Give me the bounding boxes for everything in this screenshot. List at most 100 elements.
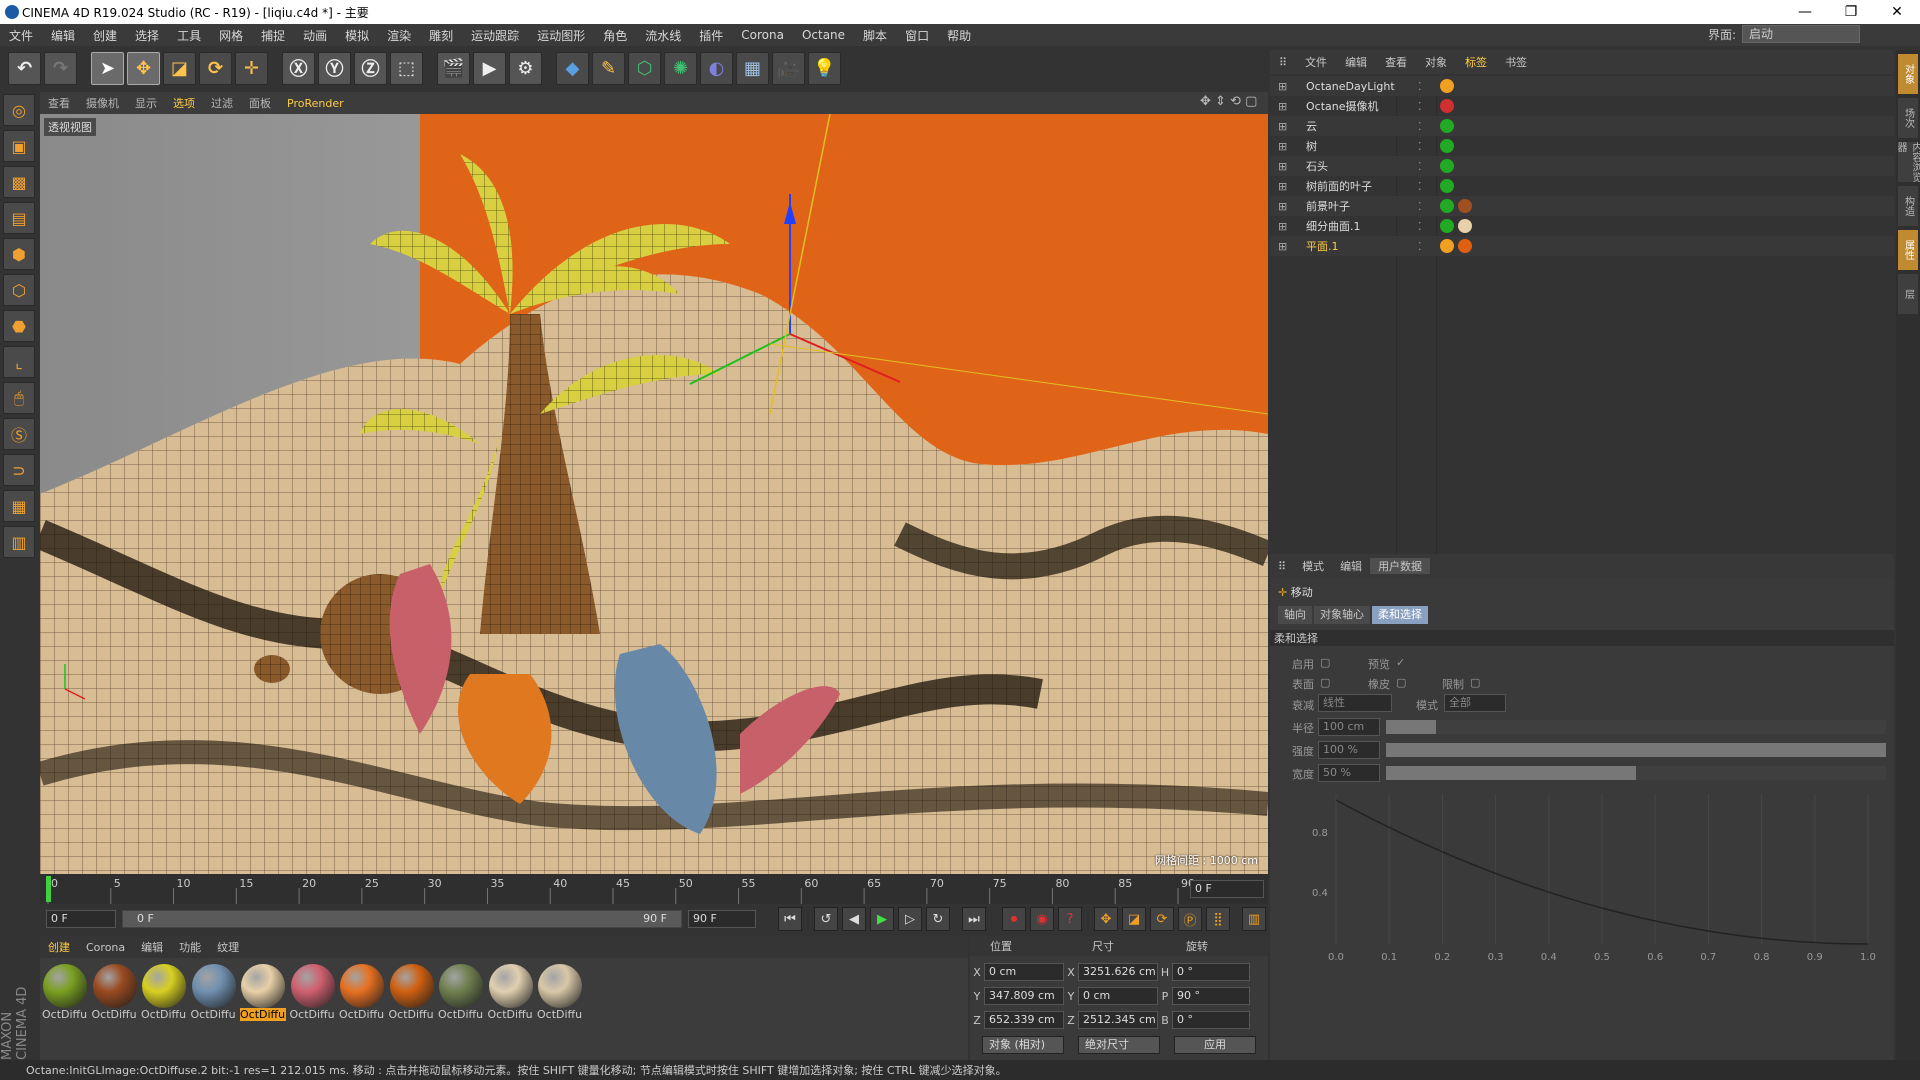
menu-item[interactable]: Octane xyxy=(793,28,854,42)
material-swatch[interactable]: OctDiffu xyxy=(141,964,187,1024)
rubber-checkbox[interactable]: ▢ xyxy=(1396,676,1406,689)
limit-checkbox[interactable]: ▢ xyxy=(1470,676,1480,689)
autokey-icon[interactable]: ◉ xyxy=(1030,907,1054,931)
material-swatch[interactable]: OctDiffu xyxy=(42,964,88,1024)
rotation-field[interactable]: 90 ° xyxy=(1172,987,1250,1005)
viewport-menu-item[interactable]: 显示 xyxy=(127,95,165,111)
object-tag-icon[interactable] xyxy=(1440,99,1454,113)
size-mode-dropdown[interactable]: 绝对尺寸 xyxy=(1078,1036,1160,1054)
visibility-toggle-icon[interactable]: ⁚ xyxy=(1418,220,1422,233)
menu-item[interactable]: 帮助 xyxy=(938,27,980,44)
object-tag-icon[interactable] xyxy=(1440,119,1454,133)
strength-slider[interactable] xyxy=(1386,743,1886,757)
keyframe-selection-icon[interactable]: ? xyxy=(1058,907,1082,931)
menu-item[interactable]: 创建 xyxy=(84,27,126,44)
menu-item[interactable]: 工具 xyxy=(168,27,210,44)
maximize-button[interactable]: ❐ xyxy=(1828,0,1874,24)
layout-dropdown[interactable]: 启动 xyxy=(1742,25,1860,43)
attribute-menu-item[interactable]: 编辑 xyxy=(1332,558,1370,574)
object-row[interactable]: ⊞ OctaneDayLight ⁚ xyxy=(1270,76,1894,96)
playhead[interactable] xyxy=(46,876,51,902)
object-tag-icon[interactable] xyxy=(1440,219,1454,233)
object-name[interactable]: 树 xyxy=(1306,138,1317,154)
axis-mode-icon[interactable]: ⌞ xyxy=(3,346,35,378)
position-field[interactable]: 0 cm xyxy=(984,963,1064,981)
next-frame-icon[interactable]: ▷ xyxy=(898,907,922,931)
rotation-field[interactable]: 0 ° xyxy=(1172,1011,1250,1029)
undo-icon[interactable]: ↶ xyxy=(8,51,41,85)
live-select-icon[interactable]: ➤ xyxy=(91,51,124,85)
menu-item[interactable]: 选择 xyxy=(126,27,168,44)
menu-item[interactable]: 网格 xyxy=(210,27,252,44)
next-key-icon[interactable]: ↻ xyxy=(926,907,950,931)
perspective-viewport[interactable]: 透视视图 网格间距 : 1000 cm xyxy=(40,114,1268,874)
menu-item[interactable]: 捕捉 xyxy=(252,27,294,44)
falloff-spline-graph[interactable]: 0.0 0.1 0.2 0.3 0.4 0.5 0.6 0.7 0.8 0.9 1.0 0.8 0.4 xyxy=(1308,784,1888,964)
key-scale-icon[interactable]: ◪ xyxy=(1122,907,1146,931)
scale-tool-icon[interactable]: ◪ xyxy=(163,51,196,85)
menu-item[interactable]: 流水线 xyxy=(636,27,690,44)
frame-range-slider[interactable]: 0 F 90 F xyxy=(122,910,682,928)
menu-item[interactable]: Corona xyxy=(732,28,793,42)
material-swatch[interactable]: OctDiffu xyxy=(537,964,583,1024)
key-param-icon[interactable]: Ⓟ xyxy=(1178,907,1202,931)
material-menu-item[interactable]: Corona xyxy=(78,941,133,954)
side-tab[interactable]: 层 xyxy=(1898,274,1918,314)
object-row[interactable]: ⊞ Octane摄像机 ⁚ xyxy=(1270,96,1894,116)
viewport-menu-item[interactable]: 过滤 xyxy=(203,95,241,111)
go-to-end-icon[interactable]: ⏭ xyxy=(962,907,986,931)
visibility-toggle-icon[interactable]: ⁚ xyxy=(1418,140,1422,153)
menu-item[interactable]: 动画 xyxy=(294,27,336,44)
coordinate-system-icon[interactable]: ⬚ xyxy=(390,51,423,85)
viewport-menu-item[interactable]: 摄像机 xyxy=(78,95,127,111)
z-axis-lock-icon[interactable]: Ⓩ xyxy=(354,51,387,85)
render-view-icon[interactable]: 🎬 xyxy=(437,51,470,85)
recent-tool-icon[interactable]: ✛ xyxy=(235,51,268,85)
object-row[interactable]: ⊞ 平面.1 ⁚ xyxy=(1270,236,1894,256)
guides-icon[interactable]: ▥ xyxy=(3,526,35,558)
menu-item[interactable]: 窗口 xyxy=(896,27,938,44)
object-tag-icon[interactable] xyxy=(1458,219,1472,233)
apply-button[interactable]: 应用 xyxy=(1174,1036,1256,1054)
menu-item[interactable]: 插件 xyxy=(690,27,732,44)
pen-spline-icon[interactable]: ✎ xyxy=(592,51,625,85)
model-mode-icon[interactable]: ▣ xyxy=(3,130,35,162)
prorender-menu[interactable]: ProRender xyxy=(279,97,352,110)
menu-item[interactable]: 角色 xyxy=(594,27,636,44)
y-axis-lock-icon[interactable]: Ⓨ xyxy=(318,51,351,85)
menu-item[interactable]: 文件 xyxy=(0,27,42,44)
polygons-mode-icon[interactable]: ⬣ xyxy=(3,310,35,342)
go-to-start-icon[interactable]: ⏮ xyxy=(778,907,802,931)
material-swatch[interactable]: OctDiffu xyxy=(488,964,534,1024)
timeline[interactable]: 0 5 10 15 20 25 30 35 40 45 50 55 60 65 70 75 80 85 90 0 F xyxy=(40,874,1268,904)
material-menu-item[interactable]: 纹理 xyxy=(209,939,247,955)
side-tab[interactable]: 场次 xyxy=(1898,98,1918,138)
object-tag-icon[interactable] xyxy=(1440,139,1454,153)
object-row[interactable]: ⊞ 前景叶子 ⁚ xyxy=(1270,196,1894,216)
material-menu-item[interactable]: 编辑 xyxy=(133,939,171,955)
snap-icon[interactable]: ⊃ xyxy=(3,454,35,486)
visibility-toggle-icon[interactable]: ⁚ xyxy=(1418,100,1422,113)
object-name[interactable]: 云 xyxy=(1306,118,1317,134)
size-field[interactable]: 3251.626 cm xyxy=(1078,963,1158,981)
size-field[interactable]: 2512.345 cm xyxy=(1078,1011,1158,1029)
texture-mode-icon[interactable]: ▩ xyxy=(3,166,35,198)
object-row[interactable]: ⊞ 细分曲面.1 ⁚ xyxy=(1270,216,1894,236)
material-swatch[interactable]: OctDiffu xyxy=(438,964,484,1024)
tweak-mode-icon[interactable]: 🖱 xyxy=(3,382,35,414)
menu-item[interactable]: 编辑 xyxy=(42,27,84,44)
deformer-icon[interactable]: ◐ xyxy=(700,51,733,85)
object-name[interactable]: 前景叶子 xyxy=(1306,198,1350,214)
object-name[interactable]: 石头 xyxy=(1306,158,1328,174)
move-tool-icon[interactable]: ✥ xyxy=(127,51,160,85)
record-keys-icon[interactable]: ⏺ xyxy=(1002,907,1026,931)
material-swatch[interactable]: OctDiffu xyxy=(92,964,138,1024)
side-tab[interactable]: 内容浏览器 xyxy=(1895,142,1920,182)
cloner-icon[interactable]: ✺ xyxy=(664,51,697,85)
make-editable-icon[interactable]: ◎ xyxy=(3,94,35,126)
visibility-toggle-icon[interactable]: ⁚ xyxy=(1418,180,1422,193)
key-rotation-icon[interactable]: ⟳ xyxy=(1150,907,1174,931)
visibility-toggle-icon[interactable]: ⁚ xyxy=(1418,200,1422,213)
attribute-subtab[interactable]: 柔和选择 xyxy=(1372,606,1428,624)
object-name[interactable]: 平面.1 xyxy=(1306,238,1339,254)
